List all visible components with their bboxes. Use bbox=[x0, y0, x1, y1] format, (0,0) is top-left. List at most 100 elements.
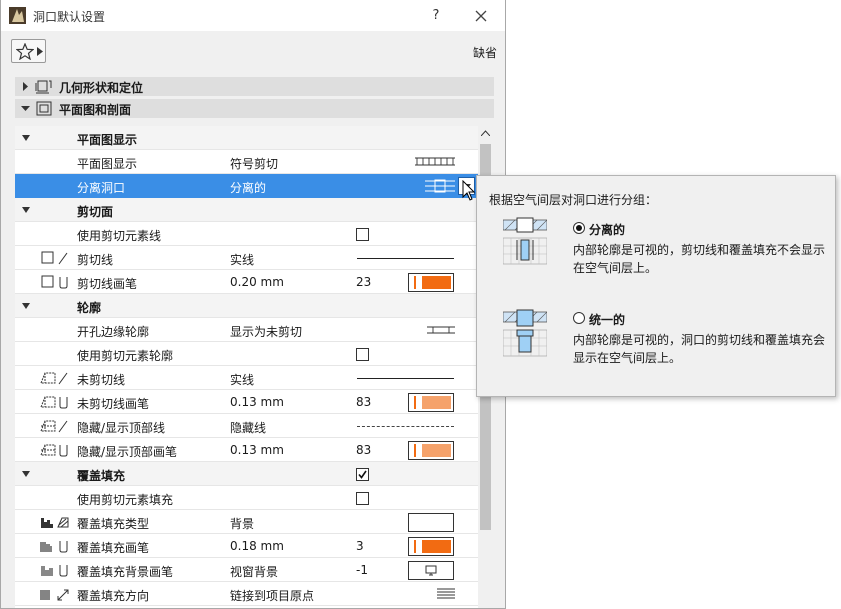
dashed-line-preview bbox=[357, 426, 454, 427]
row-value[interactable]: 显示为未剪切 bbox=[230, 323, 302, 340]
panel-label: 平面图和剖面 bbox=[59, 103, 132, 117]
row-uncut-line[interactable]: 未剪切线 实线 bbox=[15, 366, 478, 390]
settings-table: 平面图显示 平面图显示 符号剪切 分离洞口 分离的 剪切面 使用剪切元素线 剪切… bbox=[15, 126, 478, 608]
row-value[interactable]: 实线 bbox=[230, 251, 254, 268]
pen-swatch[interactable] bbox=[408, 441, 454, 460]
separate-option-icon bbox=[503, 217, 547, 265]
row-label: 剪切线画笔 bbox=[77, 277, 138, 291]
checkbox[interactable] bbox=[356, 492, 369, 505]
row-value: 0.13 mm bbox=[230, 443, 284, 457]
row-value[interactable]: 背景 bbox=[230, 515, 254, 532]
row-cut-line[interactable]: 剪切线 实线 bbox=[15, 246, 478, 270]
fill-type-swatch[interactable] bbox=[408, 513, 454, 532]
row-label: 使用剪切元素轮廓 bbox=[77, 349, 174, 363]
checkbox[interactable] bbox=[356, 348, 369, 361]
expand-down-icon bbox=[21, 106, 30, 111]
radio-button[interactable] bbox=[573, 222, 585, 234]
row-use-cut-element-lines[interactable]: 使用剪切元素线 bbox=[15, 222, 478, 246]
row-cover-fill-background-pen[interactable]: 覆盖填充背景画笔 视窗背景 -1 bbox=[15, 558, 478, 582]
plan-symbol-icon bbox=[415, 157, 455, 166]
row-label: 隐藏/显示顶部画笔 bbox=[77, 445, 178, 459]
collapse-icon bbox=[22, 207, 30, 213]
option-name: 分离的 bbox=[589, 223, 626, 237]
collapse-icon bbox=[22, 135, 30, 141]
row-value: 0.13 mm bbox=[230, 395, 284, 409]
pen-swatch[interactable] bbox=[408, 393, 454, 412]
edge-symbol-icon bbox=[427, 326, 455, 334]
row-value[interactable]: 符号剪切 bbox=[230, 155, 278, 172]
row-cover-fill-orientation[interactable]: 覆盖填充方向 链接到项目原点 bbox=[15, 582, 478, 606]
row-reveal-edge-outline[interactable]: 开孔边缘轮廓 显示为未剪切 bbox=[15, 318, 478, 342]
scroll-up-icon[interactable] bbox=[481, 130, 490, 136]
row-label: 覆盖填充类型 bbox=[77, 517, 150, 531]
row-uncut-line-pen[interactable]: 未剪切线画笔 0.13 mm 83 bbox=[15, 390, 478, 414]
pen-swatch[interactable] bbox=[408, 537, 454, 556]
row-value[interactable]: 分离的 bbox=[230, 179, 266, 196]
row-value[interactable]: 隐藏线 bbox=[230, 419, 266, 436]
opening-default-settings-dialog: 洞口默认设置 ? 缺省 几何形状和定位 平面图和剖面 平面图显示 平面图显示 符… bbox=[0, 0, 506, 609]
row-label: 覆盖填充画笔 bbox=[77, 541, 150, 555]
fill-pen-icon bbox=[40, 541, 68, 553]
row-label: 使用剪切元素线 bbox=[77, 229, 162, 243]
expand-right-icon bbox=[23, 82, 28, 91]
window-background-swatch[interactable] bbox=[408, 561, 454, 580]
row-label: 未剪切线画笔 bbox=[77, 397, 150, 411]
row-overhead-pen[interactable]: 隐藏/显示顶部画笔 0.13 mm 83 bbox=[15, 438, 478, 462]
row-overhead-line[interactable]: 隐藏/显示顶部线 隐藏线 bbox=[15, 414, 478, 438]
row-use-cut-element-fills[interactable]: 使用剪切元素填充 bbox=[15, 486, 478, 510]
solid-line-preview bbox=[357, 378, 454, 379]
app-icon bbox=[9, 7, 26, 24]
cut-pen-icon bbox=[41, 275, 68, 289]
collapse-icon bbox=[22, 471, 30, 477]
star-icon bbox=[16, 43, 34, 60]
section-label: 平面图显示 bbox=[77, 133, 138, 147]
pen-number[interactable]: 23 bbox=[356, 275, 371, 289]
row-value[interactable]: 实线 bbox=[230, 371, 254, 388]
window-title: 洞口默认设置 bbox=[33, 10, 106, 24]
uncut-pen-icon bbox=[40, 396, 68, 409]
section-cut-surface[interactable]: 剪切面 bbox=[15, 198, 478, 222]
pen-number[interactable]: 83 bbox=[356, 443, 371, 457]
row-label: 覆盖填充背景画笔 bbox=[77, 565, 174, 579]
chevron-right-icon bbox=[37, 47, 43, 56]
row-separate-opening[interactable]: 分离洞口 分离的 bbox=[15, 174, 478, 198]
section-label: 覆盖填充 bbox=[77, 469, 126, 483]
radio-button[interactable] bbox=[573, 312, 585, 324]
row-label: 平面图显示 bbox=[77, 157, 138, 171]
fill-type-icon bbox=[41, 517, 69, 528]
collapse-icon bbox=[22, 303, 30, 309]
row-value: 视窗背景 bbox=[230, 565, 279, 579]
option-name: 统一的 bbox=[589, 313, 626, 327]
panel-geometry-positioning[interactable]: 几何形状和定位 bbox=[15, 77, 494, 96]
row-label: 开孔边缘轮廓 bbox=[77, 325, 150, 339]
favorites-button[interactable] bbox=[11, 39, 46, 63]
monitor-icon bbox=[425, 565, 437, 576]
panel-floor-plan-section[interactable]: 平面图和剖面 bbox=[15, 99, 494, 118]
overhead-pen-icon bbox=[40, 444, 68, 457]
pen-number[interactable]: 83 bbox=[356, 395, 371, 409]
unified-option-icon bbox=[503, 309, 547, 357]
option-description: 内部轮廓是可视的，剪切线和覆盖填充不会显示在空气间层上。 bbox=[573, 243, 826, 275]
row-value[interactable]: 链接到项目原点 bbox=[230, 587, 314, 604]
row-use-cut-element-outlines[interactable]: 使用剪切元素轮廓 bbox=[15, 342, 478, 366]
close-icon[interactable] bbox=[471, 6, 491, 26]
checkbox-checked[interactable] bbox=[356, 468, 369, 481]
checkbox[interactable] bbox=[356, 228, 369, 241]
help-button[interactable]: ? bbox=[426, 6, 446, 26]
solid-line-preview bbox=[357, 258, 454, 259]
fill-bg-pen-icon bbox=[41, 565, 68, 577]
pen-number[interactable]: 3 bbox=[356, 539, 364, 553]
row-cut-line-pen[interactable]: 剪切线画笔 0.20 mm 23 bbox=[15, 270, 478, 294]
section-outlines[interactable]: 轮廓 bbox=[15, 294, 478, 318]
pen-swatch[interactable] bbox=[408, 273, 454, 292]
panel-label: 几何形状和定位 bbox=[59, 81, 144, 95]
section-floor-plan-display[interactable]: 平面图显示 bbox=[15, 126, 478, 150]
section-cover-fills[interactable]: 覆盖填充 bbox=[15, 462, 478, 486]
row-label: 使用剪切元素填充 bbox=[77, 493, 174, 507]
row-cover-fill-pen[interactable]: 覆盖填充画笔 0.18 mm 3 bbox=[15, 534, 478, 558]
default-label: 缺省 bbox=[473, 46, 498, 60]
row-floor-plan-display[interactable]: 平面图显示 符号剪切 bbox=[15, 150, 478, 174]
pen-number[interactable]: -1 bbox=[356, 563, 368, 577]
row-cover-fill-type[interactable]: 覆盖填充类型 背景 bbox=[15, 510, 478, 534]
cut-line-icon bbox=[41, 251, 68, 265]
